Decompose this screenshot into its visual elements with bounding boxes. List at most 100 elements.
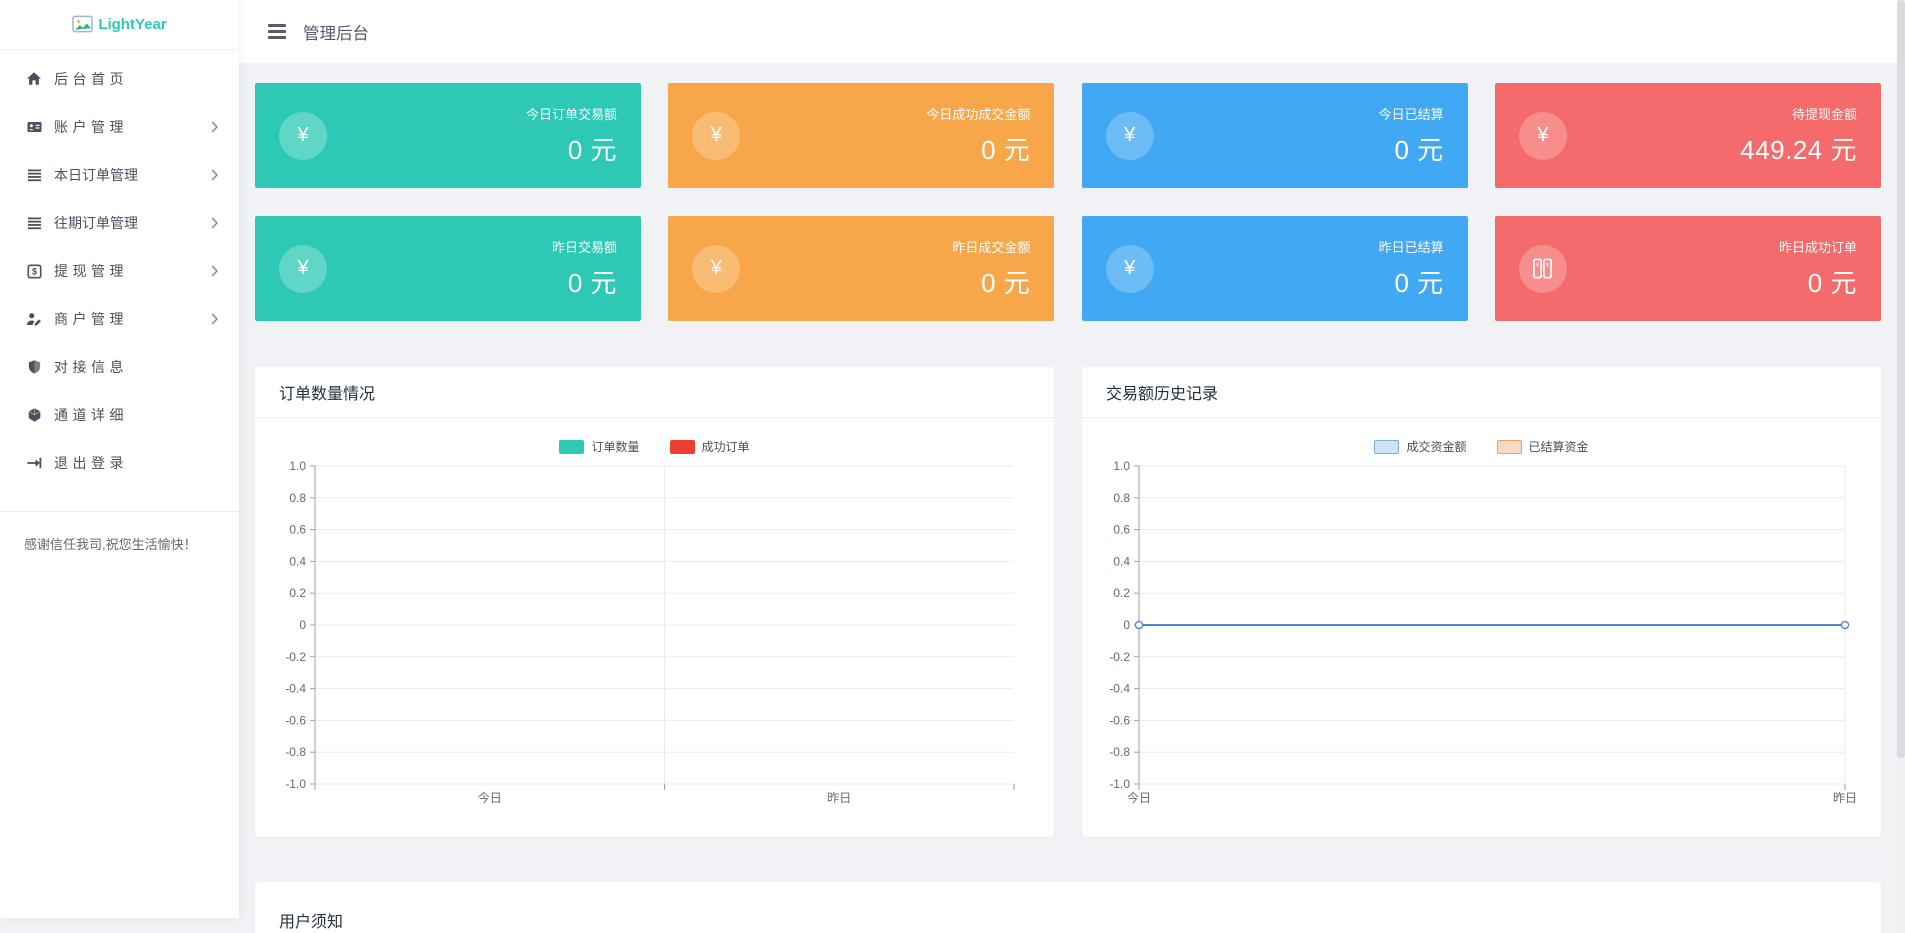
svg-text:0: 0 [1123,618,1130,632]
svg-text:今日: 今日 [1127,790,1151,805]
id-card-icon [25,119,43,135]
yen-icon: ¥ [692,112,740,160]
logo[interactable]: LightYear [0,0,239,50]
svg-text:-0.8: -0.8 [1109,745,1130,759]
vertical-scrollbar[interactable] [1897,0,1905,933]
legend-swatch [1497,440,1522,454]
menu-toggle-icon[interactable] [266,20,288,42]
stat-card-value: 0 元 [552,263,617,300]
sidebar-item-label: 通道详细 [54,405,219,425]
svg-text:昨日: 昨日 [1833,791,1857,805]
stat-card: ¥ 昨日已结算 0 元 [1082,216,1468,321]
stat-card-label: 待提现金额 [1740,104,1857,123]
legend-label: 成交资金额 [1406,438,1466,455]
panel-title: 用户须知 [255,882,1881,932]
yen-icon: ¥ [1106,245,1154,293]
chart-title: 交易额历史记录 [1106,380,1218,404]
stat-card: ¥今日已结算0 元 [1082,83,1468,188]
page-title: 管理后台 [303,20,369,44]
panel-title: 订单数量情况 [255,367,1054,418]
legend-item[interactable]: 订单数量 [559,438,639,455]
legend-item[interactable]: 成交资金额 [1374,438,1466,455]
panel-title: 交易额历史记录 [1082,367,1881,418]
trade-history-chart: 1.00.80.60.40.20-0.2-0.4-0.6-0.8-1.0今日昨日 [1082,459,1881,811]
list-icon [25,216,43,231]
stat-card-label: 今日成功成交金额 [926,104,1030,123]
cube-icon [25,407,43,423]
sidebar-item-label: 往期订单管理 [54,213,211,233]
main-content: ¥今日订单交易额0 元¥今日成功成交金额0 元¥今日已结算0 元¥待提现金额44… [239,63,1897,933]
scrollbar-thumb[interactable] [1897,0,1905,758]
stat-card: ¥今日成功成交金额0 元 [668,83,1054,188]
svg-text:0.4: 0.4 [289,554,306,568]
svg-text:-0.2: -0.2 [285,650,306,664]
sidebar-footer-note: 感谢信任我司,祝您生活愉快！ [0,512,239,553]
svg-text:-0.4: -0.4 [1109,682,1130,696]
sidebar-item-merchants[interactable]: 商户管理 [0,295,239,343]
svg-text:-0.4: -0.4 [285,682,306,696]
stat-card: ¥ 待提现金额 449.24 元 [1495,83,1881,188]
stat-card: 昨日成功订单0 元 [1495,216,1881,321]
legend-swatch [670,440,695,454]
sidebar-item-integration-info[interactable]: 对接信息 [0,343,239,391]
order-count-chart: 1.00.80.60.40.20-0.2-0.4-0.6-0.8-1.0今日昨日 [255,459,1054,811]
stat-cards-grid: ¥今日订单交易额0 元¥今日成功成交金额0 元¥今日已结算0 元¥待提现金额44… [255,83,1881,321]
stat-card: ¥今日订单交易额0 元 [255,83,641,188]
sidebar-item-home[interactable]: 后台首页 [0,55,239,103]
svg-text:-1.0: -1.0 [1109,777,1130,791]
chart-title: 订单数量情况 [279,380,375,404]
chart-legend: 成交资金额 已结算资金 [1082,439,1881,454]
svg-text:0.6: 0.6 [289,523,306,537]
sidebar-item-accounts[interactable]: 账户管理 [0,103,239,151]
stat-card: ¥昨日成交金额0 元 [668,216,1054,321]
sidebar-menu: 后台首页账户管理本日订单管理往期订单管理 $ 提现管理商户管理对接信息通道详细退出登… [0,50,239,487]
sidebar-item-channel-details[interactable]: 通道详细 [0,391,239,439]
svg-text:0.8: 0.8 [1113,491,1130,505]
sidebar-item-withdrawals[interactable]: $ 提现管理 [0,247,239,295]
legend-label: 成功订单 [702,438,750,455]
svg-text:0: 0 [299,618,306,632]
svg-text:1.0: 1.0 [289,459,306,473]
legend-swatch [559,440,584,454]
legend-item[interactable]: 成功订单 [670,438,750,455]
sidebar-item-label: 账户管理 [54,117,211,137]
shield-icon [25,359,43,375]
yen-icon: ¥ [279,245,327,293]
sidebar-item-past-orders[interactable]: 往期订单管理 [0,199,239,247]
panel-user-notice: 用户须知 [255,882,1881,933]
logout-icon [25,455,43,471]
stat-card-label: 昨日成功订单 [1779,237,1857,256]
svg-text:今日: 今日 [478,790,502,805]
sidebar-item-label: 提现管理 [54,261,211,281]
stat-card-label: 昨日成交金额 [952,237,1030,256]
chart-legend: 订单数量 成功订单 [255,439,1054,454]
sidebar-item-label: 对接信息 [54,357,219,377]
chevron-right-icon [211,217,219,229]
home-icon [25,71,43,87]
logo-text: LightYear [98,16,166,33]
sidebar-item-label: 后台首页 [54,69,219,89]
stat-card-value: 0 元 [1379,263,1444,300]
svg-text:0.4: 0.4 [1113,554,1130,568]
stat-card-value: 449.24 元 [1740,130,1857,167]
stat-card-value: 0 元 [526,130,617,167]
user-edit-icon [25,311,43,327]
yen-icon: ¥ [1106,112,1154,160]
notice-title: 用户须知 [279,908,343,932]
svg-text:0.2: 0.2 [289,586,306,600]
charts-row: 订单数量情况 订单数量 成功订单 1.0 0.8 0.6 0.4 0.2 0 -0.2 -0.4… [255,367,1881,837]
sidebar-item-today-orders[interactable]: 本日订单管理 [0,151,239,199]
svg-text:-0.8: -0.8 [285,745,306,759]
svg-text:$: $ [32,266,37,276]
legend-label: 订单数量 [591,438,639,455]
stat-card: ¥昨日交易额0 元 [255,216,641,321]
broken-image-icon [72,15,93,34]
stat-card-label: 昨日已结算 [1379,237,1444,256]
chevron-right-icon [211,121,219,133]
svg-text:0.6: 0.6 [1113,523,1130,537]
sidebar-item-logout[interactable]: 退出登录 [0,439,239,487]
yen-icon: ¥ [1519,112,1567,160]
svg-text:-1.0: -1.0 [285,777,306,791]
legend-item[interactable]: 已结算资金 [1497,438,1589,455]
sidebar-item-label: 本日订单管理 [54,165,211,185]
